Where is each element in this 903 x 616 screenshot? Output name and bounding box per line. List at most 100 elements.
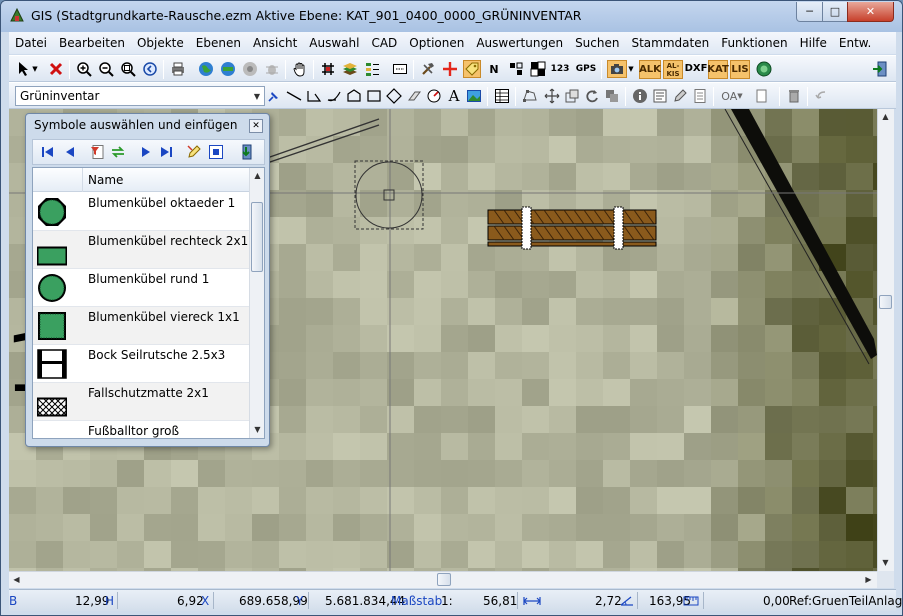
globe-icon[interactable]	[197, 60, 215, 78]
menu-datei[interactable]: Datei	[9, 36, 53, 50]
panel-exit-icon[interactable]	[237, 143, 255, 161]
layer-list-icon[interactable]	[363, 60, 381, 78]
list-scroll-thumb[interactable]	[251, 202, 263, 272]
table-icon[interactable]	[493, 87, 511, 105]
previous-record-icon[interactable]	[61, 143, 79, 161]
edit-vertices-icon[interactable]	[521, 87, 539, 105]
scroll-left-icon[interactable]: ◀	[9, 572, 24, 587]
rotate-icon[interactable]	[583, 87, 601, 105]
copy-objects-icon[interactable]	[603, 87, 621, 105]
menu-suchen[interactable]: Suchen	[569, 36, 625, 50]
first-record-icon[interactable]	[39, 143, 57, 161]
close-button[interactable]: ✕	[847, 2, 894, 22]
menu-optionen[interactable]: Optionen	[403, 36, 470, 50]
exit-door-icon[interactable]	[871, 60, 889, 78]
list-scroll-down-icon[interactable]: ▼	[250, 422, 264, 437]
scale-icon[interactable]	[563, 87, 581, 105]
pin-icon[interactable]	[265, 87, 283, 105]
insert-symbol-icon[interactable]	[207, 143, 225, 161]
vertical-scrollbar[interactable]: ▲ ▼	[877, 109, 894, 571]
layer-select[interactable]: Grüninventar ▼	[15, 86, 265, 106]
curve-tool-icon[interactable]	[325, 87, 343, 105]
pointer-dropdown-icon[interactable]: ▼	[31, 60, 39, 78]
layers-icon[interactable]	[341, 60, 359, 78]
image-tool-icon[interactable]	[465, 87, 483, 105]
alkis-button[interactable]: AL-KIS	[663, 60, 683, 79]
menu-bearbeiten[interactable]: Bearbeiten	[53, 36, 131, 50]
list-vertical-scrollbar[interactable]: ▲ ▼	[249, 168, 264, 438]
list-item[interactable]: Blumenkübel rechteck 2x1	[33, 231, 249, 269]
chevron-down-icon[interactable]: ▼	[250, 87, 264, 105]
list-header-name[interactable]: Name	[88, 173, 123, 187]
debug-disabled-icon[interactable]	[263, 60, 281, 78]
crosshair-plus-icon[interactable]	[441, 60, 459, 78]
alk-button[interactable]: ALK	[639, 60, 661, 79]
list-item[interactable]: Fallschutzmatte 2x1	[33, 383, 249, 421]
horizontal-scrollbar[interactable]: ◀ ▶	[9, 571, 877, 588]
undo-disabled-icon[interactable]	[813, 87, 831, 105]
edit-pencil-icon[interactable]	[671, 87, 689, 105]
checker-pattern-icon[interactable]	[529, 60, 547, 78]
symbol-panel[interactable]: Symbole auswählen und einfügen ✕ Name Bl…	[25, 113, 270, 447]
kat-button[interactable]: KAT	[707, 60, 729, 79]
coordinate-input-icon[interactable]	[391, 60, 409, 78]
menu-auswahl[interactable]: Auswahl	[303, 36, 365, 50]
list-item[interactable]: Bock Seilrutsche 2.5x3	[33, 345, 249, 383]
edit-symbol-icon[interactable]	[185, 143, 203, 161]
snap-grid-icon[interactable]	[319, 60, 337, 78]
list-item[interactable]: Fußballtor groß	[33, 421, 249, 438]
green-globe-icon[interactable]	[755, 60, 773, 78]
list-item[interactable]: Blumenkübel oktaeder 1	[33, 193, 249, 231]
tools-hammer-icon[interactable]	[419, 60, 437, 78]
menu-hilfe[interactable]: Hilfe	[794, 36, 833, 50]
info-icon[interactable]	[631, 87, 649, 105]
parallel-tool-icon[interactable]	[405, 87, 423, 105]
tag-label-icon[interactable]	[463, 60, 481, 78]
camera-icon[interactable]	[607, 60, 627, 78]
oa-dropdown[interactable]: OA ▼	[719, 87, 745, 105]
delete-red-x-icon[interactable]	[47, 60, 65, 78]
globe-disabled-icon[interactable]	[241, 60, 259, 78]
north-arrow-icon[interactable]: N	[485, 60, 503, 78]
symbol-list[interactable]: Name Blumenkübel oktaeder 1 Blumenkübel …	[32, 167, 265, 439]
scroll-up-icon[interactable]: ▲	[878, 109, 893, 124]
menu-stammdaten[interactable]: Stammdaten	[625, 36, 715, 50]
filter-doc-icon[interactable]	[89, 143, 107, 161]
dxf-button[interactable]: DXF	[685, 60, 708, 78]
lis-button[interactable]: LIS	[730, 60, 750, 79]
zoom-out-icon[interactable]	[97, 60, 115, 78]
polygon-tool-icon[interactable]	[345, 87, 363, 105]
scroll-right-icon[interactable]: ▶	[861, 572, 876, 587]
horizontal-scroll-thumb[interactable]	[437, 573, 451, 586]
refresh-icon[interactable]	[109, 143, 127, 161]
zoom-window-icon[interactable]	[119, 60, 137, 78]
pan-hand-icon[interactable]	[291, 60, 309, 78]
minimize-button[interactable]: ─	[796, 2, 823, 22]
panel-close-button[interactable]: ✕	[249, 119, 263, 133]
menu-entw[interactable]: Entw.	[833, 36, 877, 50]
camera-dropdown-icon[interactable]: ▼	[627, 60, 635, 78]
trash-icon[interactable]	[785, 87, 803, 105]
zoom-previous-icon[interactable]	[141, 60, 159, 78]
maximize-button[interactable]: □	[822, 2, 848, 22]
line-tool-icon[interactable]	[285, 87, 303, 105]
polyline-tool-icon[interactable]	[305, 87, 323, 105]
bench-symbol[interactable]	[487, 206, 657, 250]
list-item[interactable]: Blumenkübel rund 1	[33, 269, 249, 307]
pp-measure-icon[interactable]	[507, 60, 525, 78]
menu-funktionen[interactable]: Funktionen	[715, 36, 793, 50]
list-item[interactable]: Blumenkübel viereck 1x1	[33, 307, 249, 345]
last-record-icon[interactable]	[157, 143, 175, 161]
document-dropdown-icon[interactable]	[751, 87, 773, 105]
next-record-icon[interactable]	[137, 143, 155, 161]
globe-refresh-icon[interactable]	[219, 60, 237, 78]
scroll-down-icon[interactable]: ▼	[878, 555, 893, 570]
text-tool-icon[interactable]: A	[445, 87, 463, 105]
menu-ebenen[interactable]: Ebenen	[190, 36, 247, 50]
zoom-in-icon[interactable]	[75, 60, 93, 78]
list-doc-icon[interactable]	[691, 87, 709, 105]
rectangle-tool-icon[interactable]	[365, 87, 383, 105]
vertical-scroll-thumb[interactable]	[879, 295, 892, 309]
gps-icon[interactable]: GPS	[575, 60, 597, 78]
diamond-tool-icon[interactable]	[385, 87, 403, 105]
